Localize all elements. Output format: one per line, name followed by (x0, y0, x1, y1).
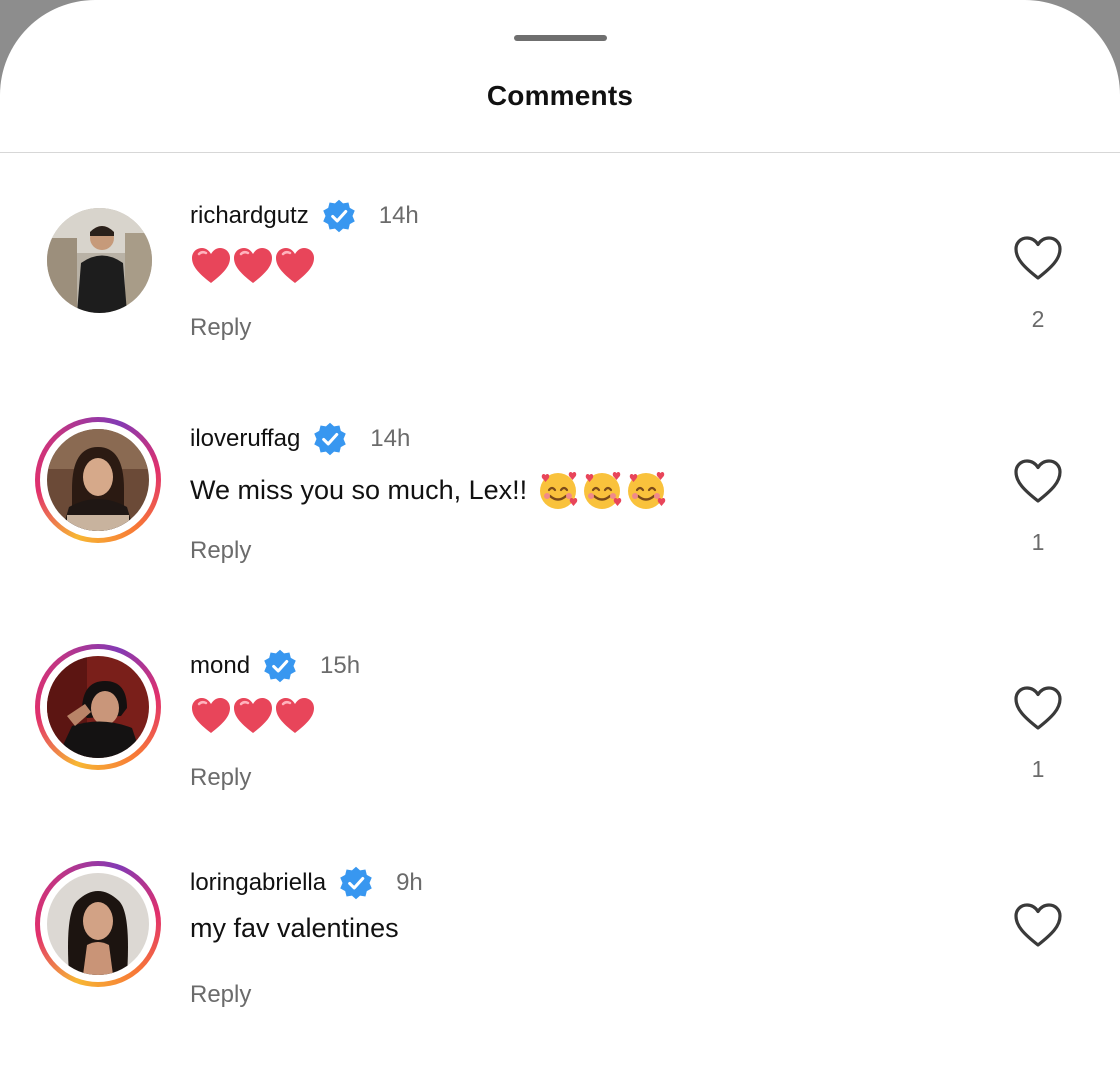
avatar[interactable] (35, 861, 161, 987)
comment-meta: richardgutz 14h (190, 196, 419, 236)
like-count: 1 (1031, 529, 1045, 555)
comment-text: We miss you so much, Lex!! (190, 469, 667, 511)
smiling-face-with-hearts-icon (628, 471, 666, 509)
header-divider (0, 152, 1120, 153)
red-heart-icon (192, 698, 230, 733)
smiling-face-with-hearts-icon (540, 471, 578, 509)
comment-item: loringabriella 9h my fav valentines Repl… (0, 861, 1120, 1043)
red-heart-icon (276, 248, 314, 283)
avatar[interactable] (35, 196, 161, 322)
comment-item: mond 15h Reply 1 (0, 644, 1120, 826)
avatar[interactable] (35, 644, 161, 770)
heart-outline-icon[interactable] (1012, 457, 1064, 505)
verified-badge-icon (264, 649, 296, 683)
red-heart-icon (234, 698, 272, 733)
reply-button[interactable]: Reply (190, 537, 251, 565)
red-heart-icon (192, 248, 230, 283)
comment-meta: iloveruffag 14h (190, 419, 410, 459)
comment-body: We miss you so much, Lex!! (190, 474, 528, 505)
smiling-face-with-hearts-icon (584, 471, 622, 509)
username[interactable]: loringabriella (190, 869, 326, 897)
comment-time: 15h (320, 652, 361, 679)
comment-body: my fav valentines (190, 913, 399, 943)
verified-badge-icon (314, 422, 347, 456)
comment-item: iloveruffag 14h We miss you so much, Lex… (0, 417, 1120, 599)
avatar-photo (47, 208, 152, 313)
phone-frame: Comments richardgutz 14h Reply 2 iloveru… (0, 0, 1120, 1068)
avatar-photo (47, 656, 149, 758)
sheet-title: Comments (486, 80, 634, 111)
verified-badge-icon (322, 199, 355, 233)
heart-outline-icon[interactable] (1012, 901, 1064, 949)
comment-item: richardgutz 14h Reply 2 (0, 196, 1120, 376)
reply-button[interactable]: Reply (190, 314, 251, 342)
verified-badge-icon (340, 866, 372, 900)
avatar-photo (47, 429, 149, 531)
avatar[interactable] (35, 417, 161, 543)
like-count: 1 (1031, 756, 1045, 782)
reply-button[interactable]: Reply (190, 764, 251, 792)
comment-time: 14h (378, 202, 419, 229)
heart-outline-icon[interactable] (1012, 684, 1064, 732)
username[interactable]: richardgutz (190, 202, 309, 230)
comments-sheet: Comments richardgutz 14h Reply 2 iloveru… (0, 0, 1120, 1068)
like-count: 2 (1031, 306, 1045, 332)
comment-meta: loringabriella 9h (190, 863, 423, 903)
comment-text (190, 696, 316, 736)
username[interactable]: iloveruffag (190, 425, 300, 453)
comment-time: 14h (370, 425, 411, 452)
drag-handle[interactable] (514, 35, 607, 41)
heart-outline-icon[interactable] (1012, 234, 1064, 282)
red-heart-icon (276, 698, 314, 733)
comment-time: 9h (396, 869, 423, 896)
red-heart-icon (234, 248, 272, 283)
username[interactable]: mond (190, 652, 250, 680)
comment-text (190, 246, 316, 286)
avatar-photo (47, 873, 149, 975)
reply-button[interactable]: Reply (190, 981, 251, 1009)
comment-meta: mond 15h (190, 646, 360, 686)
comment-text: my fav valentines (190, 913, 399, 944)
